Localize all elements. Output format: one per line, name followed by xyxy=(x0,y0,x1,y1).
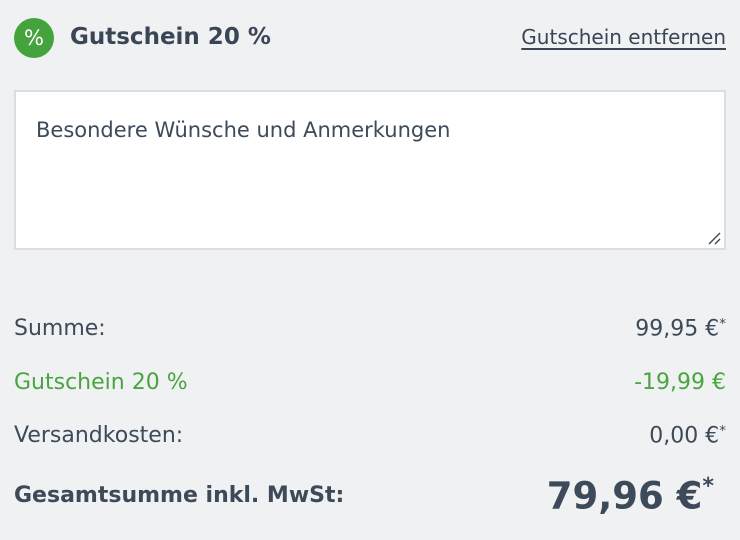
shipping-row: Versandkosten: 0,00 €* xyxy=(14,423,726,453)
discount-value: -19,99 € xyxy=(634,370,726,395)
discount-label: Gutschein 20 % xyxy=(14,370,188,395)
footnote-mark: * xyxy=(702,473,714,499)
subtotal-label: Summe: xyxy=(14,316,106,341)
grand-total-label: Gesamtsumme inkl. MwSt: xyxy=(14,483,345,508)
footnote-mark: * xyxy=(719,316,726,332)
notes-field-container xyxy=(14,90,726,250)
coupon-row: % Gutschein 20 % Gutschein entfernen xyxy=(14,18,726,58)
discount-row: Gutschein 20 % -19,99 € xyxy=(14,370,726,400)
subtotal-value: 99,95 €* xyxy=(635,316,726,342)
subtotal-row: Summe: 99,95 €* xyxy=(14,316,726,346)
percent-icon: % xyxy=(14,18,54,58)
grand-total-row: Gesamtsumme inkl. MwSt: 79,96 €* xyxy=(14,473,726,523)
remove-coupon-link[interactable]: Gutschein entfernen xyxy=(521,25,726,49)
footnote-mark: * xyxy=(719,423,726,439)
cart-summary-panel: % Gutschein 20 % Gutschein entfernen Sum… xyxy=(0,0,740,540)
notes-textarea[interactable] xyxy=(16,92,724,248)
coupon-title: Gutschein 20 % xyxy=(70,24,271,50)
shipping-label: Versandkosten: xyxy=(14,423,184,448)
grand-total-value: 79,96 €* xyxy=(546,473,714,518)
shipping-value: 0,00 €* xyxy=(649,423,726,449)
resize-grip-icon[interactable] xyxy=(707,231,721,245)
